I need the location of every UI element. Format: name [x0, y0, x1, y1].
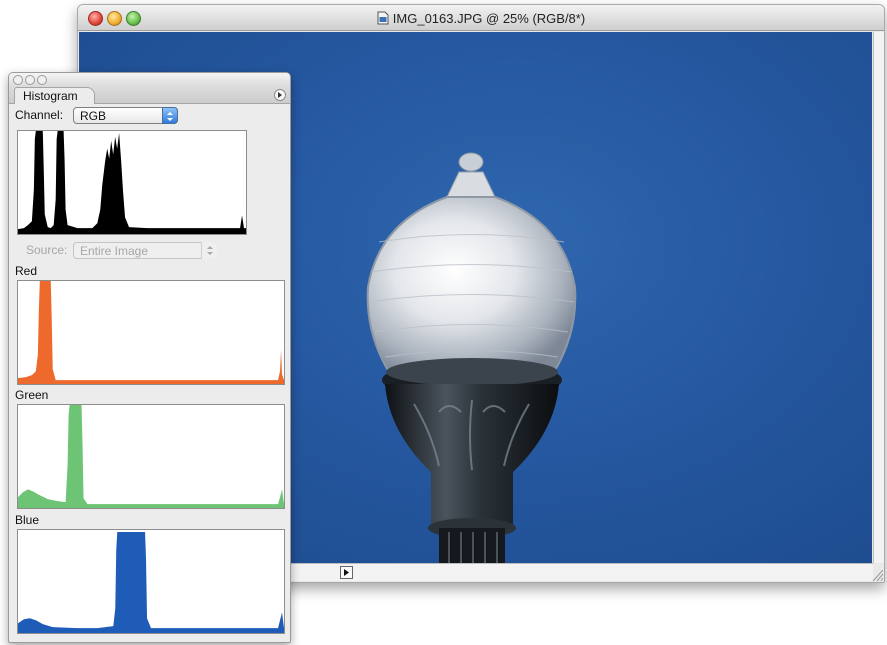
chevron-up-down-icon — [162, 107, 178, 124]
red-channel-label: Red — [15, 264, 38, 278]
red-histogram-graph — [18, 281, 284, 384]
palette-titlebar[interactable] — [9, 73, 290, 86]
vertical-scrollbar[interactable] — [873, 32, 884, 563]
composite-histogram — [17, 130, 247, 235]
channel-select[interactable]: RGB — [73, 107, 178, 124]
source-label: Source: — [26, 243, 68, 257]
green-histogram-graph — [18, 405, 284, 508]
composite-histogram-shape — [18, 131, 246, 234]
document-titlebar[interactable]: IMG_0163.JPG @ 25% (RGB/8*) — [78, 5, 884, 31]
blue-channel-label: Blue — [15, 513, 40, 527]
composite-histogram-graph — [18, 131, 246, 234]
red-histogram — [17, 280, 285, 385]
blue-histogram-shape — [18, 531, 284, 633]
channel-label: Channel: — [15, 108, 64, 122]
minimize-icon[interactable] — [25, 75, 35, 85]
panel-menu-icon[interactable] — [274, 89, 286, 101]
blue-histogram-graph — [18, 531, 284, 633]
zoom-icon[interactable] — [37, 75, 47, 85]
green-channel-label: Green — [15, 388, 49, 402]
green-histogram-shape — [18, 405, 284, 508]
green-histogram — [17, 404, 285, 509]
close-icon[interactable] — [13, 75, 23, 85]
resize-grip-icon[interactable] — [870, 566, 884, 582]
source-select-value: Entire Image — [80, 244, 149, 258]
play-arrow-icon — [344, 569, 349, 576]
blue-histogram — [17, 529, 285, 634]
red-histogram-shape — [18, 281, 284, 384]
histogram-palette: Histogram Channel: RGB Source: Entire Im… — [8, 72, 291, 643]
document-title-container: IMG_0163.JPG @ 25% (RGB/8*) — [78, 11, 884, 26]
channel-select-value: RGB — [80, 109, 107, 123]
palette-tabbar: Histogram — [9, 86, 290, 104]
source-select[interactable]: Entire Image — [73, 242, 217, 259]
document-title: IMG_0163.JPG @ 25% (RGB/8*) — [392, 11, 586, 26]
status-menu-button[interactable] — [340, 566, 353, 579]
chevron-up-down-icon — [201, 242, 217, 259]
tab-histogram[interactable]: Histogram — [14, 87, 95, 104]
file-icon — [377, 11, 389, 25]
